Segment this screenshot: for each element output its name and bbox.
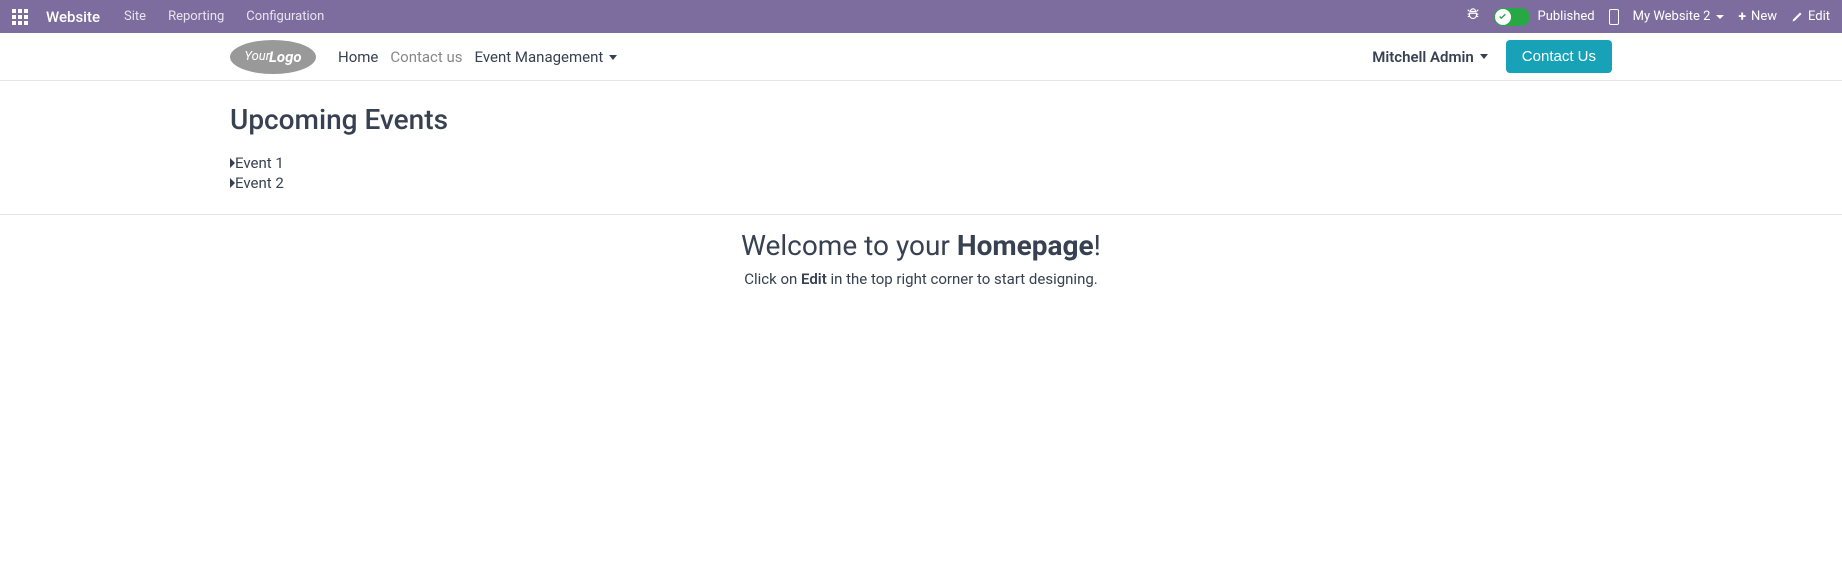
site-header: YourLogo Home Contact us Event Managemen…	[0, 33, 1842, 81]
logo-logo: Logo	[269, 48, 302, 66]
published-toggle[interactable]	[1494, 8, 1530, 26]
new-label: New	[1751, 9, 1777, 24]
nav-home[interactable]: Home	[338, 48, 378, 66]
menu-reporting[interactable]: Reporting	[168, 9, 224, 24]
contact-us-button[interactable]: Contact Us	[1506, 40, 1612, 73]
welcome-title: Welcome to your Homepage!	[230, 229, 1612, 262]
website-selector[interactable]: My Website 2	[1633, 9, 1725, 24]
event-item[interactable]: Event 1	[230, 154, 1612, 172]
welcome-prefix: Welcome to your	[741, 229, 957, 262]
welcome-suffix: !	[1094, 229, 1101, 262]
main-nav: Home Contact us Event Management	[338, 48, 1372, 66]
mobile-icon[interactable]	[1609, 9, 1619, 25]
site-logo[interactable]: YourLogo	[230, 40, 316, 74]
bug-icon[interactable]	[1466, 8, 1480, 26]
events-title: Upcoming Events	[230, 103, 1612, 136]
event-item[interactable]: Event 2	[230, 174, 1612, 192]
published-toggle-wrap: Published	[1494, 8, 1595, 26]
event-label: Event 1	[235, 154, 284, 172]
app-title[interactable]: Website	[46, 8, 100, 26]
welcome-sub-suffix: in the top right corner to start designi…	[827, 270, 1098, 288]
nav-contact-us[interactable]: Contact us	[390, 48, 462, 66]
logo-your: Your	[244, 49, 270, 64]
welcome-sub-edit: Edit	[801, 270, 827, 288]
caret-down-icon	[1716, 15, 1724, 19]
website-selector-label: My Website 2	[1633, 9, 1711, 24]
nav-event-management[interactable]: Event Management	[475, 48, 618, 66]
menu-site[interactable]: Site	[124, 9, 146, 24]
apps-icon[interactable]	[12, 9, 28, 25]
nav-right: Mitchell Admin Contact Us	[1372, 40, 1612, 73]
welcome-strong: Homepage	[957, 229, 1094, 262]
welcome-subtitle: Click on Edit in the top right corner to…	[230, 270, 1612, 288]
topbar-menu: Site Reporting Configuration	[124, 9, 324, 24]
welcome-block: Welcome to your Homepage! Click on Edit …	[230, 229, 1612, 288]
page-content: Upcoming Events Event 1 Event 2 Welcome …	[0, 81, 1842, 288]
new-button[interactable]: + New	[1738, 9, 1777, 25]
menu-configuration[interactable]: Configuration	[246, 9, 324, 24]
user-name: Mitchell Admin	[1372, 48, 1474, 66]
edit-button[interactable]: Edit	[1791, 9, 1830, 24]
plus-icon: +	[1738, 9, 1746, 25]
user-dropdown[interactable]: Mitchell Admin	[1372, 48, 1488, 66]
check-icon	[1495, 9, 1511, 25]
event-label: Event 2	[235, 174, 284, 192]
events-block: Upcoming Events Event 1 Event 2	[0, 103, 1842, 215]
welcome-sub-prefix: Click on	[744, 270, 801, 288]
edit-label: Edit	[1808, 9, 1830, 24]
topbar-left: Website Site Reporting Configuration	[12, 8, 324, 26]
pencil-icon	[1791, 11, 1803, 23]
topbar-right: Published My Website 2 + New Edit	[1466, 8, 1831, 26]
published-label: Published	[1538, 9, 1595, 24]
top-bar: Website Site Reporting Configuration Pub…	[0, 0, 1842, 33]
